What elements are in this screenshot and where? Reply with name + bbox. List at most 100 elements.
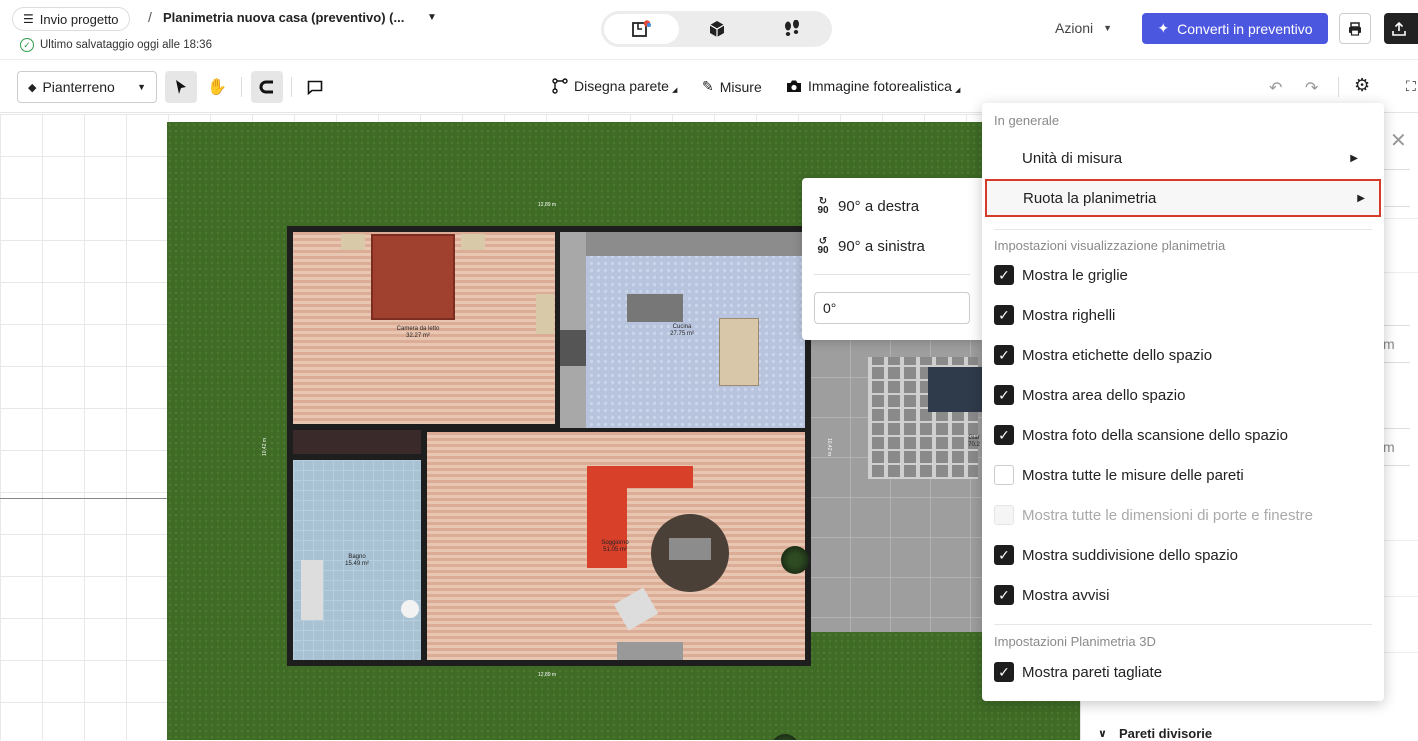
fullscreen-icon[interactable]: ⛶	[1406, 78, 1416, 95]
measures-tool[interactable]: ✎ Misure	[702, 78, 762, 95]
rotate-icon-text: 90	[817, 245, 829, 256]
unit-suffix: m	[1383, 439, 1395, 455]
checkbox-checked[interactable]: ✓	[994, 265, 1014, 285]
section-partition-walls[interactable]: ∨ Pareti divisorie	[1098, 726, 1212, 741]
option-show-grid[interactable]: ✓ Mostra le griglie	[994, 264, 1128, 286]
toolbar-divider	[1338, 77, 1339, 97]
option-label: Mostra pareti tagliate	[1022, 663, 1163, 681]
project-menu-label: Invio progetto	[39, 11, 119, 27]
toolbar-divider	[241, 77, 242, 97]
project-title[interactable]: Planimetria nuova casa (preventivo) (...	[163, 10, 404, 25]
chevron-down-icon[interactable]: ▼	[427, 12, 437, 23]
checkbox-checked[interactable]: ✓	[994, 345, 1014, 365]
bed	[371, 234, 455, 320]
checkbox-checked[interactable]: ✓	[994, 425, 1014, 445]
rotate-plan-label: Ruota la planimetria	[1023, 189, 1157, 207]
option-label: Mostra le griglie	[1022, 266, 1128, 284]
dimension-right: 10,42 m	[826, 437, 833, 457]
option-show-wall-measures[interactable]: Mostra tutte le misure delle pareti	[994, 464, 1244, 486]
option-label: Mostra etichette dello spazio	[1022, 346, 1213, 364]
camera-icon	[787, 80, 801, 92]
option-show-warnings[interactable]: ✓ Mostra avvisi	[994, 584, 1110, 606]
option-show-rulers[interactable]: ✓ Mostra righelli	[994, 304, 1115, 326]
house-floorplan[interactable]: Camera da letto 32.27 m² Cucina 27.75 m² B…	[287, 226, 811, 740]
comment-tool-button[interactable]	[299, 71, 331, 103]
room-bedroom[interactable]: Camera da letto 32.27 m²	[293, 232, 555, 424]
kitchen-island	[627, 294, 683, 322]
room-label: Bagno 15.49 m²	[345, 554, 369, 567]
undo-icon[interactable]: ↶	[1269, 78, 1282, 98]
export-button[interactable]	[1384, 13, 1418, 44]
ruler-pencil-icon: ✎	[702, 78, 714, 94]
dresser	[536, 294, 554, 334]
view-mode-switcher	[601, 11, 832, 47]
measures-label: Misure	[719, 78, 762, 95]
room-living[interactable]: Soggiorno 51.05 m²	[427, 432, 805, 660]
floor-select[interactable]: ◆ Pianterreno ▼	[17, 71, 157, 103]
footprints-icon	[784, 20, 799, 36]
project-menu-button[interactable]: ☰ Invio progetto	[12, 7, 130, 31]
upload-icon	[1392, 21, 1406, 36]
option-label: Mostra foto della scansione dello spazio	[1022, 426, 1288, 444]
option-show-space-area[interactable]: ✓ Mostra area dello spazio	[994, 384, 1185, 406]
checkbox-unchecked[interactable]	[994, 465, 1014, 485]
panel-input[interactable]: m	[1380, 428, 1410, 466]
menu-section-3d: Impostazioni Planimetria 3D	[994, 634, 1156, 649]
draw-wall-tool[interactable]: Disegna parete ◢	[552, 78, 677, 94]
option-show-space-division[interactable]: ✓ Mostra suddivisione dello spazio	[994, 544, 1238, 566]
checkbox-checked[interactable]: ✓	[994, 545, 1014, 565]
rotate-right-item[interactable]: ↻ 90 90° a destra	[816, 197, 920, 216]
view-3d-button[interactable]	[679, 14, 754, 44]
select-tool-button[interactable]	[165, 71, 197, 103]
checkbox-checked[interactable]: ✓	[994, 662, 1014, 682]
print-button[interactable]	[1339, 13, 1371, 44]
rotation-angle-input[interactable]	[814, 292, 970, 324]
room-kitchen[interactable]: Cucina 27.75 m²	[560, 232, 805, 428]
walkthrough-view-button[interactable]	[754, 14, 829, 44]
checkbox-checked[interactable]: ✓	[994, 385, 1014, 405]
option-label: Mostra suddivisione dello spazio	[1022, 546, 1238, 564]
menu-section-view: Impostazioni visualizzazione planimetria	[994, 238, 1226, 253]
floorplan-2d-icon	[631, 20, 651, 37]
rotate-left-item[interactable]: ↺ 90 90° a sinistra	[816, 237, 924, 256]
sideboard	[617, 642, 683, 660]
units-label: Unità di misura	[1022, 149, 1123, 167]
snap-magnet-button[interactable]	[251, 71, 283, 103]
photo-render-tool[interactable]: Immagine fotorealistica ◢	[786, 78, 960, 94]
room-label: Cucina 27.75 m²	[670, 324, 694, 337]
units-menu-item[interactable]: Unità di misura ▶	[994, 139, 1372, 177]
option-show-cut-walls[interactable]: ✓ Mostra pareti tagliate	[994, 661, 1162, 683]
convert-to-quote-button[interactable]: ✦ Converti in preventivo	[1142, 13, 1328, 44]
section-label: Pareti divisorie	[1118, 726, 1213, 741]
hand-icon: ✋	[207, 79, 227, 96]
rotate-right-label: 90° a destra	[838, 197, 920, 215]
actions-dropdown[interactable]: Azioni ▼	[1055, 20, 1112, 36]
panel-input[interactable]	[1380, 169, 1410, 207]
chevron-right-icon: ▶	[1357, 192, 1365, 204]
bathroom-sink	[301, 560, 323, 620]
settings-gear-icon[interactable]: ⚙	[1354, 75, 1370, 96]
rotate-icon-text: 90	[817, 205, 829, 216]
redo-icon[interactable]: ↷	[1305, 78, 1318, 98]
view-2d-button[interactable]	[604, 14, 679, 44]
checkbox-checked[interactable]: ✓	[994, 305, 1014, 325]
submenu-divider	[814, 274, 970, 275]
rotate-plan-menu-item[interactable]: Ruota la planimetria ▶	[985, 179, 1381, 217]
panel-input[interactable]: m	[1380, 325, 1410, 363]
plant	[781, 546, 809, 574]
dining-table	[719, 318, 759, 386]
close-icon[interactable]: ✕	[1390, 128, 1407, 153]
coffee-table	[669, 538, 711, 560]
option-show-scan-photo[interactable]: ✓ Mostra foto della scansione dello spaz…	[994, 424, 1288, 446]
comment-icon	[307, 80, 323, 95]
nightstand	[341, 234, 365, 250]
pan-tool-button[interactable]: ✋	[201, 71, 233, 103]
option-label: Mostra tutte le dimensioni di porte e fi…	[1022, 506, 1313, 524]
room-bathroom[interactable]: Bagno 15.49 m²	[293, 460, 421, 660]
checkbox-checked[interactable]: ✓	[994, 585, 1014, 605]
armchair	[613, 587, 659, 631]
oven	[560, 330, 586, 366]
option-label: Mostra tutte le misure delle pareti	[1022, 466, 1244, 484]
cursor-arrow-icon	[176, 80, 186, 94]
option-show-space-labels[interactable]: ✓ Mostra etichette dello spazio	[994, 344, 1212, 366]
